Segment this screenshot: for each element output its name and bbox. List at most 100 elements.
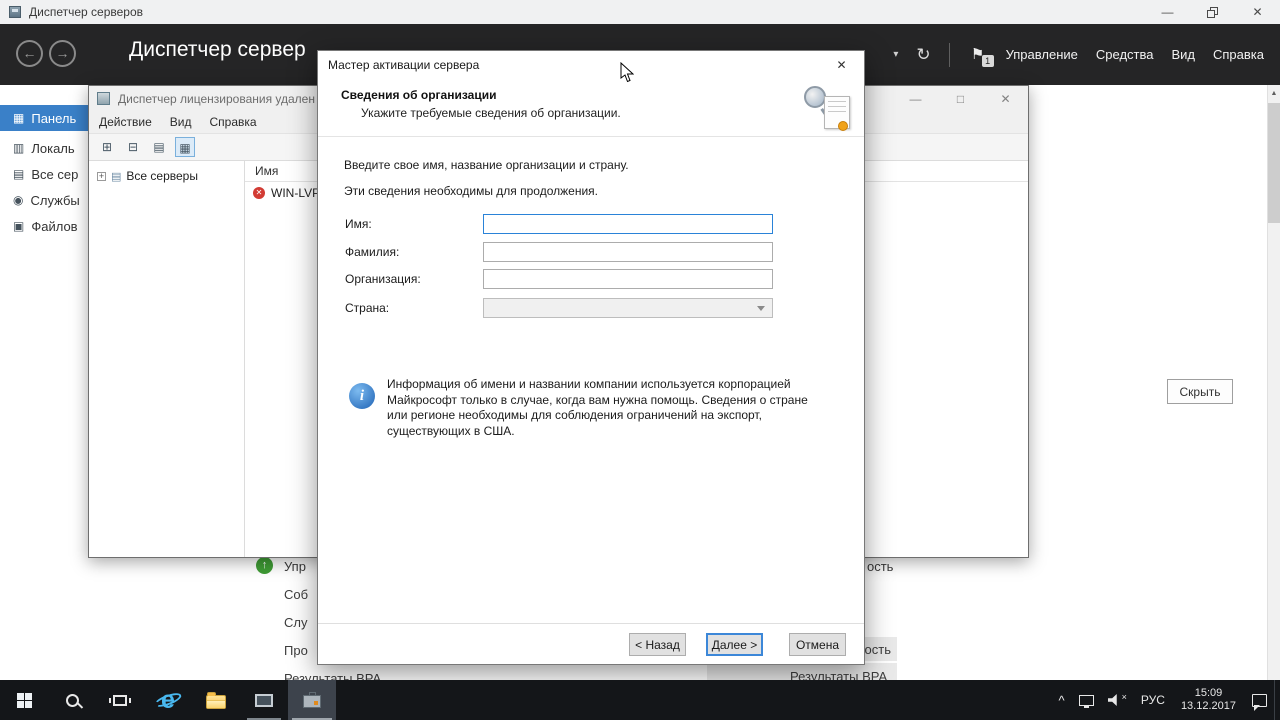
wizard-close-button[interactable]: ✕ bbox=[819, 51, 864, 79]
company-input[interactable] bbox=[483, 269, 773, 289]
country-select[interactable] bbox=[483, 298, 773, 318]
menu-view[interactable]: Вид bbox=[170, 115, 192, 129]
sidebar-item-file-services[interactable]: ▣ Файлов bbox=[0, 213, 88, 239]
licensing-tree-panel: + ▤ Все серверы bbox=[89, 161, 245, 557]
wizard-heading: Сведения об организации bbox=[341, 88, 496, 102]
expand-icon[interactable]: + bbox=[97, 172, 106, 181]
folder-icon bbox=[206, 695, 226, 709]
hide-button[interactable]: Скрыть bbox=[1167, 379, 1233, 404]
first-name-input[interactable] bbox=[483, 214, 773, 234]
licensing-app-icon bbox=[97, 92, 110, 105]
close-button[interactable]: ✕ bbox=[1235, 0, 1280, 24]
divider bbox=[949, 43, 950, 67]
back-button[interactable]: < Назад bbox=[629, 633, 686, 656]
activation-wizard-icon bbox=[802, 84, 852, 132]
tile-row-events[interactable]: Соб bbox=[284, 587, 308, 602]
combo-caret-icon bbox=[757, 306, 765, 311]
tile-row-performance[interactable]: Про bbox=[284, 643, 308, 658]
vertical-scrollbar[interactable]: ▲ bbox=[1267, 85, 1280, 680]
last-name-input[interactable] bbox=[483, 242, 773, 262]
sidebar-item-all-servers[interactable]: ▤ Все сер bbox=[0, 161, 88, 187]
restore-button[interactable] bbox=[1190, 0, 1235, 24]
sidebar-item-label: Службы bbox=[30, 193, 79, 208]
date: 13.12.2017 bbox=[1181, 700, 1236, 713]
sidebar-item-dashboard[interactable]: ▦ Панель bbox=[0, 105, 88, 131]
menu-view[interactable]: Вид bbox=[1171, 47, 1195, 62]
licensing-minimize-button[interactable]: — bbox=[893, 92, 938, 106]
tree-node-icon: ▤ bbox=[111, 170, 121, 183]
tile-row-services[interactable]: Слу bbox=[284, 615, 307, 630]
wizard-subheading: Укажите требуемые сведения об организаци… bbox=[361, 106, 621, 120]
info-text: Информация об имени и названии компании … bbox=[387, 377, 819, 439]
licensing-close-button[interactable]: ✕ bbox=[983, 92, 1028, 106]
internet-explorer-button[interactable]: e bbox=[144, 680, 192, 720]
tile-row-manageability-right[interactable]: ость bbox=[867, 559, 893, 574]
hidden-icons-chevron[interactable]: ^ bbox=[1052, 680, 1072, 720]
refresh-icon[interactable]: ↻ bbox=[916, 45, 930, 65]
intro-line-2: Эти сведения необходимы для продолжения. bbox=[344, 184, 598, 198]
task-view-button[interactable] bbox=[96, 680, 144, 720]
wizard-titlebar: Мастер активации сервера ✕ bbox=[318, 51, 864, 79]
company-label: Организация: bbox=[345, 272, 421, 286]
activation-wizard-dialog: Мастер активации сервера ✕ Сведения об о… bbox=[317, 50, 865, 665]
app-window-icon bbox=[255, 694, 273, 707]
volume-muted-icon[interactable]: × bbox=[1101, 680, 1134, 720]
sidebar-item-services[interactable]: ◉ Службы bbox=[0, 187, 88, 213]
language-indicator[interactable]: РУС bbox=[1134, 680, 1172, 720]
dashboard-icon: ▦ bbox=[13, 111, 24, 125]
toolbar-icon-1[interactable]: ⊞ bbox=[97, 137, 117, 157]
server-manager-title: Диспетчер сервер bbox=[129, 38, 306, 62]
start-button[interactable] bbox=[0, 680, 48, 720]
action-center-button[interactable] bbox=[1245, 680, 1274, 720]
main-window-title: Диспетчер серверов bbox=[29, 5, 143, 19]
taskbar: e ^ × РУС 15:09 13.12.2017 bbox=[0, 680, 1280, 720]
file-services-icon: ▣ bbox=[13, 219, 24, 233]
running-app-button[interactable] bbox=[240, 680, 288, 720]
next-button[interactable]: Далее > bbox=[706, 633, 763, 656]
back-button[interactable]: ← bbox=[16, 40, 43, 67]
network-icon[interactable] bbox=[1072, 680, 1101, 720]
forward-button[interactable]: → bbox=[49, 40, 76, 67]
tile-row-manageability[interactable]: Упр bbox=[284, 559, 306, 574]
task-view-icon bbox=[113, 695, 127, 706]
wizard-title: Мастер активации сервера bbox=[328, 58, 479, 72]
menu-action[interactable]: Действие bbox=[99, 115, 152, 129]
tree-item-label: Все серверы bbox=[126, 169, 198, 183]
sidebar-item-label: Файлов bbox=[31, 219, 77, 234]
notifications-flag-button[interactable]: ⚑ 1 bbox=[968, 44, 988, 66]
scroll-up-arrow[interactable]: ▲ bbox=[1268, 85, 1280, 97]
info-icon: i bbox=[349, 383, 375, 409]
toolbar-icon-2[interactable]: ⊟ bbox=[123, 137, 143, 157]
tree-item-all-servers[interactable]: + ▤ Все серверы bbox=[89, 169, 244, 183]
file-explorer-button[interactable] bbox=[192, 680, 240, 720]
clock[interactable]: 15:09 13.12.2017 bbox=[1172, 680, 1245, 720]
wizard-footer: < Назад Далее > Отмена bbox=[318, 623, 864, 664]
cancel-button[interactable]: Отмена bbox=[789, 633, 846, 656]
search-button[interactable] bbox=[48, 680, 96, 720]
country-label: Страна: bbox=[345, 301, 389, 315]
chevron-down-icon[interactable]: ▾ bbox=[893, 49, 898, 60]
services-icon: ◉ bbox=[13, 193, 23, 207]
internet-explorer-icon: e bbox=[156, 686, 180, 714]
show-desktop-strip[interactable] bbox=[1274, 680, 1280, 720]
status-ok-icon: ↑ bbox=[256, 557, 273, 574]
active-app-button[interactable] bbox=[288, 680, 336, 720]
toolbar-icon-4[interactable]: ▦ bbox=[175, 137, 195, 157]
mouse-cursor bbox=[620, 62, 634, 83]
menu-tools[interactable]: Средства bbox=[1096, 47, 1154, 62]
restore-icon bbox=[1207, 7, 1218, 18]
scrollbar-thumb[interactable] bbox=[1268, 103, 1280, 223]
system-tray: ^ × РУС 15:09 13.12.2017 bbox=[1052, 680, 1280, 720]
notification-badge: 1 bbox=[982, 55, 994, 67]
server-name: WIN-LVP bbox=[271, 186, 320, 200]
licensing-maximize-button[interactable]: □ bbox=[938, 92, 983, 106]
toolbar-icon-3[interactable]: ▤ bbox=[149, 137, 169, 157]
main-window-titlebar: Диспетчер серверов — ✕ bbox=[0, 0, 1280, 24]
sidebar-item-local-server[interactable]: ▥ Локаль bbox=[0, 135, 88, 161]
menu-help[interactable]: Справка bbox=[1213, 47, 1264, 62]
licensing-title: Диспетчер лицензирования удален bbox=[118, 92, 315, 106]
minimize-button[interactable]: — bbox=[1145, 0, 1190, 24]
menu-manage[interactable]: Управление bbox=[1006, 47, 1078, 62]
sidebar-item-label: Локаль bbox=[31, 141, 74, 156]
menu-help[interactable]: Справка bbox=[209, 115, 256, 129]
